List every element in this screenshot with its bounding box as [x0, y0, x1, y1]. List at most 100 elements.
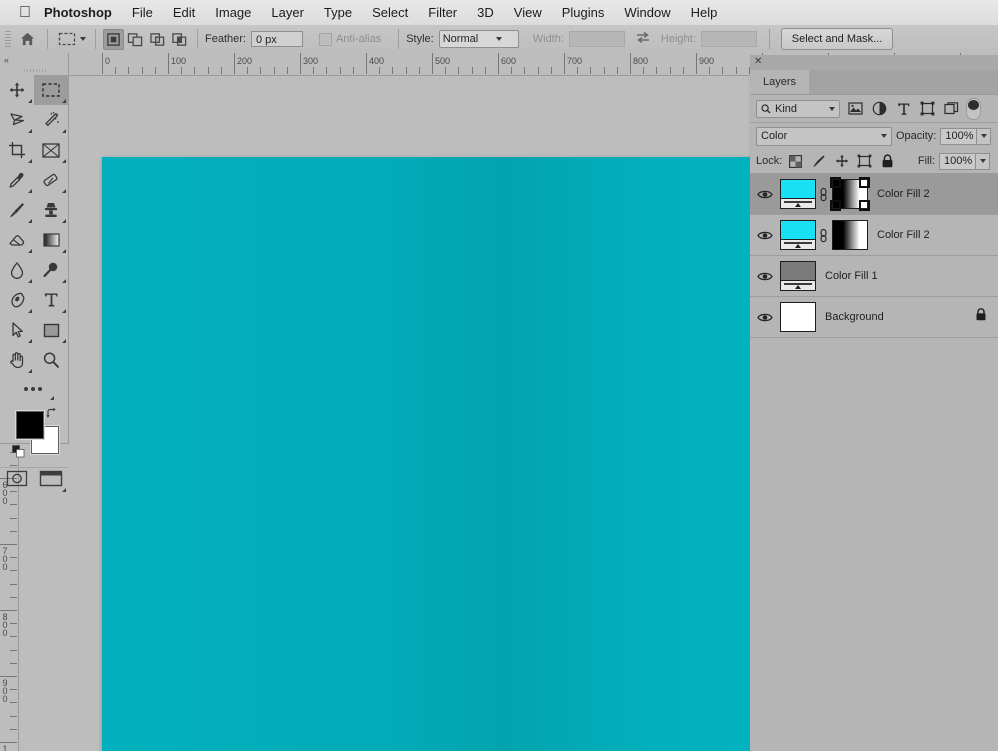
menu-item-plugins[interactable]: Plugins — [552, 0, 615, 25]
subtract-from-selection-button[interactable] — [147, 29, 168, 50]
fill-input[interactable]: 100% — [939, 152, 975, 170]
move-tool[interactable] — [0, 75, 34, 105]
toolbar-grip[interactable] — [0, 66, 68, 75]
shape-layers-filter-icon[interactable] — [915, 98, 939, 120]
table-row[interactable]: Color Fill 2 — [750, 215, 998, 256]
layer-visibility-toggle[interactable] — [750, 312, 780, 323]
chevron-down-icon[interactable] — [80, 37, 86, 41]
swap-width-height-icon[interactable] — [635, 31, 651, 47]
collapse-toolbar-button[interactable]: « — [0, 53, 68, 66]
zoom-tool[interactable] — [34, 345, 68, 375]
type-tool[interactable] — [34, 285, 68, 315]
height-input[interactable] — [700, 31, 757, 47]
feather-input[interactable]: 0 px — [250, 31, 303, 47]
type-layers-filter-icon[interactable] — [891, 98, 915, 120]
layer-thumbnail[interactable] — [780, 302, 816, 332]
options-bar-grip[interactable] — [2, 29, 14, 49]
smart-object-filter-icon[interactable] — [939, 98, 963, 120]
hand-tool[interactable] — [0, 345, 34, 375]
lock-all-icon[interactable] — [878, 152, 897, 170]
table-row[interactable]: Color Fill 2 — [750, 174, 998, 215]
select-and-mask-button[interactable]: Select and Mask... — [780, 28, 894, 50]
layer-mask-link-icon[interactable] — [816, 228, 830, 243]
opacity-stepper[interactable] — [976, 127, 992, 145]
layer-thumbnail[interactable] — [780, 261, 816, 291]
adjustment-layers-filter-icon[interactable] — [867, 98, 891, 120]
lock-artboard-nesting-icon[interactable] — [855, 152, 874, 170]
opacity-input[interactable]: 100% — [940, 127, 977, 145]
tool-flyout-indicator — [28, 309, 32, 313]
pixel-layers-filter-icon[interactable] — [843, 98, 867, 120]
fill-stepper[interactable] — [975, 152, 990, 170]
quick-mask-icon[interactable] — [6, 470, 28, 492]
brush-tool[interactable] — [0, 195, 34, 225]
table-row[interactable]: Background — [750, 297, 998, 338]
menu-item-help[interactable]: Help — [681, 0, 728, 25]
table-row[interactable]: Color Fill 1 — [750, 256, 998, 297]
crop-tool[interactable] — [0, 135, 34, 165]
menu-item-filter[interactable]: Filter — [418, 0, 467, 25]
intersect-with-selection-button[interactable] — [169, 29, 190, 50]
screen-mode-icon[interactable] — [39, 470, 66, 492]
layer-name[interactable]: Color Fill 2 — [877, 188, 998, 200]
ruler-minor-tick — [682, 67, 684, 74]
menu-item-select[interactable]: Select — [362, 0, 418, 25]
layer-name[interactable]: Color Fill 2 — [877, 229, 998, 241]
layer-name[interactable]: Color Fill 1 — [825, 270, 998, 282]
path-selection-tool[interactable] — [0, 315, 34, 345]
menu-item-photoshop[interactable]: Photoshop — [38, 0, 122, 25]
rectangle-tool[interactable] — [34, 315, 68, 345]
lasso-tool[interactable] — [0, 105, 34, 135]
layer-mask-link-icon[interactable] — [816, 187, 830, 202]
blend-mode-select[interactable]: Color — [756, 126, 892, 146]
menu-item-3d[interactable]: 3D — [467, 0, 504, 25]
swap-colors-icon[interactable] — [46, 407, 59, 423]
gradient-tool[interactable] — [34, 225, 68, 255]
layer-thumbnail[interactable] — [780, 179, 816, 209]
menu-item-window[interactable]: Window — [614, 0, 680, 25]
menu-item-image[interactable]: Image — [205, 0, 261, 25]
blur-tool[interactable] — [0, 255, 34, 285]
ruler-minor-tick — [418, 67, 420, 74]
style-select[interactable]: Normal — [438, 30, 519, 48]
current-tool-preset[interactable] — [55, 29, 88, 49]
eyedropper-tool[interactable] — [0, 165, 34, 195]
default-colors-icon[interactable] — [12, 445, 25, 463]
layer-visibility-toggle[interactable] — [750, 189, 780, 200]
image-canvas[interactable] — [102, 157, 751, 751]
pen-tool[interactable] — [0, 285, 34, 315]
dodge-tool[interactable] — [34, 255, 68, 285]
layer-thumbnail[interactable] — [780, 220, 816, 250]
spot-healing-brush-tool[interactable] — [34, 165, 68, 195]
menu-item-view[interactable]: View — [504, 0, 552, 25]
rectangular-marquee-tool[interactable] — [34, 75, 68, 105]
edit-toolbar-button[interactable] — [0, 375, 68, 403]
lock-image-pixels-icon[interactable] — [809, 152, 828, 170]
clone-stamp-tool[interactable] — [34, 195, 68, 225]
anti-alias-checkbox[interactable] — [318, 32, 332, 46]
menu-item-layer[interactable]: Layer — [261, 0, 314, 25]
filter-kind-select[interactable]: Kind — [756, 99, 840, 118]
foreground-color-swatch[interactable] — [16, 411, 44, 439]
frame-tool[interactable] — [34, 135, 68, 165]
layer-visibility-toggle[interactable] — [750, 271, 780, 282]
layer-mask-thumbnail[interactable] — [832, 220, 868, 250]
menu-item-edit[interactable]: Edit — [163, 0, 205, 25]
lock-transparent-pixels-icon[interactable] — [786, 152, 805, 170]
menu-item-file[interactable]: File — [122, 0, 163, 25]
menu-item-type[interactable]: Type — [314, 0, 362, 25]
new-selection-button[interactable] — [103, 28, 124, 50]
width-input[interactable] — [568, 31, 625, 47]
layer-mask-thumbnail[interactable] — [830, 177, 870, 211]
eraser-tool[interactable] — [0, 225, 34, 255]
layer-name[interactable]: Background — [825, 311, 975, 323]
add-to-selection-button[interactable] — [125, 29, 146, 50]
close-icon[interactable]: ✕ — [754, 56, 762, 67]
tab-layers[interactable]: Layers — [750, 70, 810, 94]
lock-position-icon[interactable] — [832, 152, 851, 170]
home-icon[interactable] — [14, 32, 40, 46]
layer-visibility-toggle[interactable] — [750, 230, 780, 241]
quick-selection-tool[interactable] — [34, 105, 68, 135]
apple-logo-icon[interactable]:  — [12, 4, 38, 21]
filter-toggle-icon[interactable] — [966, 97, 981, 120]
